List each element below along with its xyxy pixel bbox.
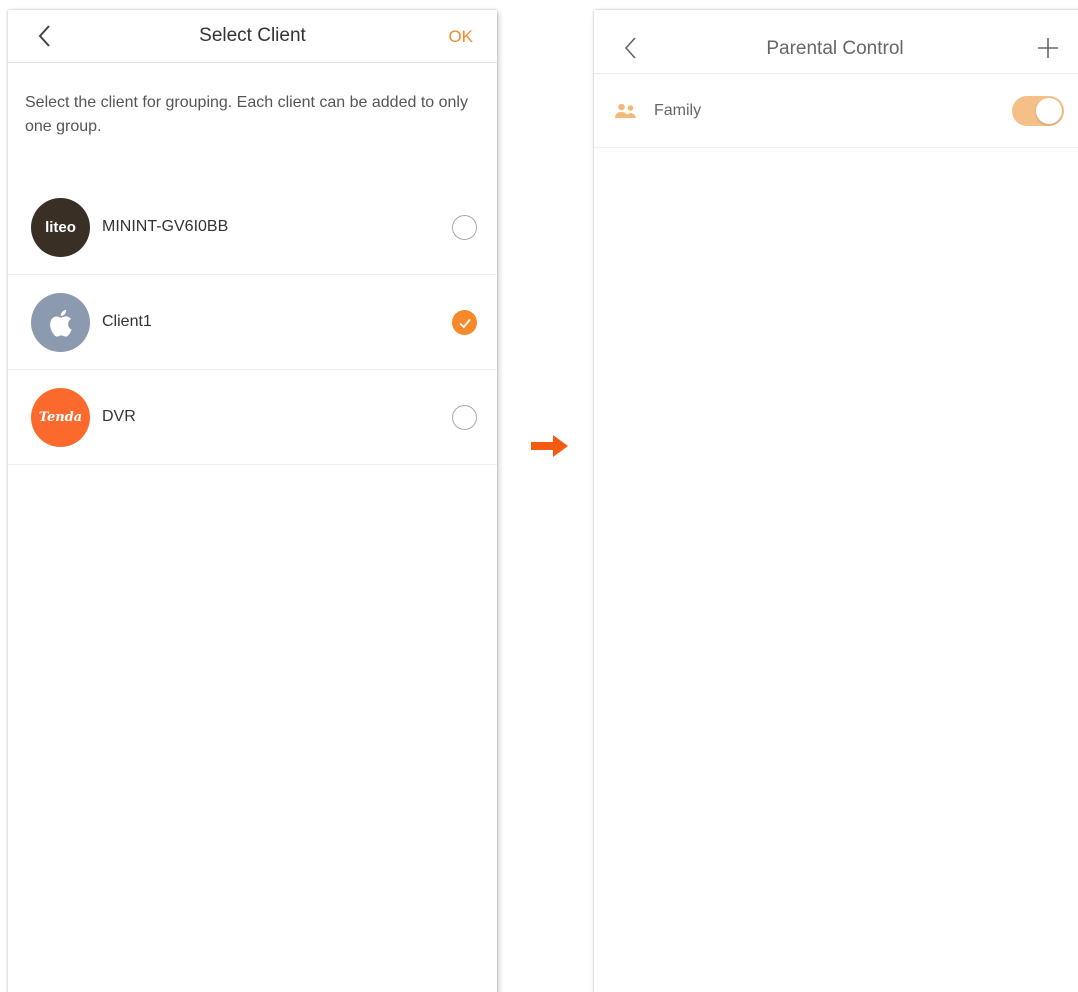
- group-row-family[interactable]: Family: [594, 74, 1078, 148]
- client-select-radio[interactable]: [452, 405, 477, 430]
- page-title: Parental Control: [766, 38, 904, 59]
- group-enable-toggle[interactable]: [1012, 96, 1064, 126]
- apple-icon: [31, 293, 90, 352]
- select-client-header: Select Client OK: [8, 10, 497, 63]
- tenda-logo: Tenda: [31, 388, 90, 447]
- right-arrow-icon: [531, 435, 568, 457]
- client-row-mininit[interactable]: liteo MININT-GV6I0BB: [8, 180, 497, 275]
- client-row-dvr[interactable]: Tenda DVR: [8, 370, 497, 465]
- checkmark-icon: [458, 318, 471, 328]
- toggle-knob: [1036, 98, 1062, 124]
- client-select-radio[interactable]: [452, 215, 477, 240]
- group-name: Family: [654, 102, 702, 119]
- page-title: Select Client: [199, 25, 306, 46]
- client-name: Client1: [102, 313, 152, 330]
- plus-icon: [1038, 38, 1058, 58]
- client-name: DVR: [102, 408, 136, 425]
- select-client-screen: Select Client OK Select the client for g…: [8, 10, 497, 992]
- ok-button[interactable]: OK: [448, 27, 473, 47]
- parental-control-screen: Parental Control Family: [594, 10, 1078, 992]
- liteo-logo: liteo: [31, 198, 90, 257]
- add-group-button[interactable]: [1034, 34, 1062, 62]
- client-row-client1[interactable]: Client1: [8, 275, 497, 370]
- client-select-radio-checked[interactable]: [452, 310, 477, 335]
- client-name: MININT-GV6I0BB: [102, 218, 229, 235]
- group-icon: [615, 103, 636, 118]
- parental-control-header: Parental Control: [594, 10, 1078, 74]
- grouping-description: Select the client for grouping. Each cli…: [25, 94, 468, 135]
